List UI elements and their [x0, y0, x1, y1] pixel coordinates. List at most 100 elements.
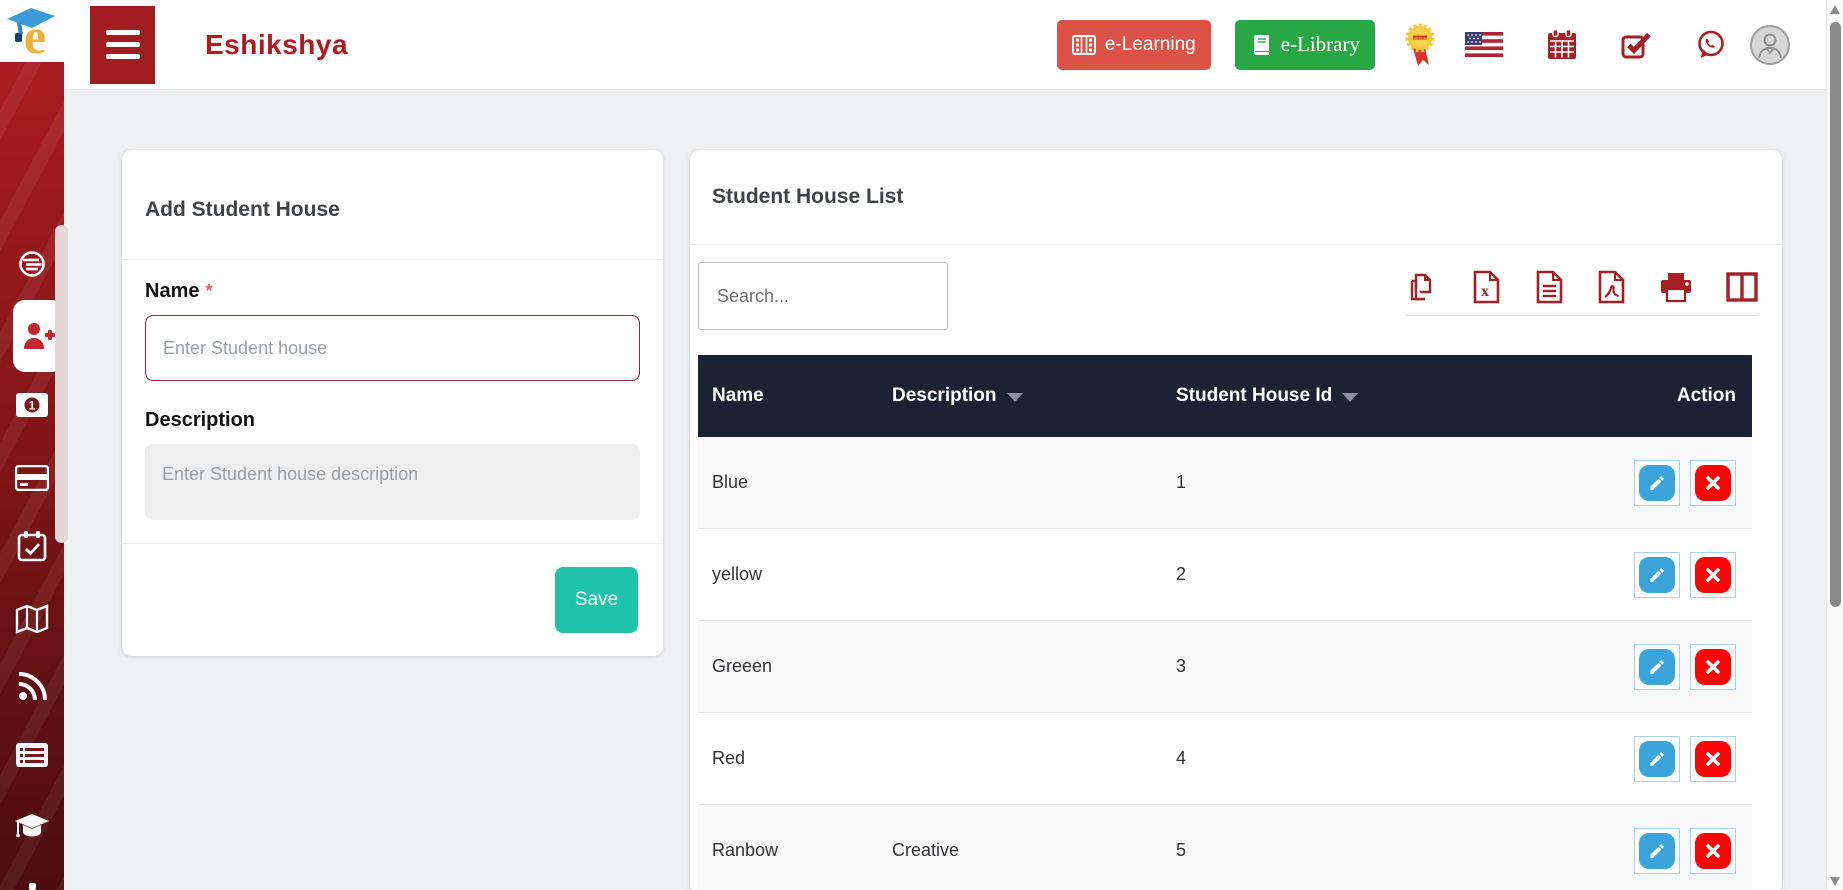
page-scrollbar[interactable]: [1826, 0, 1843, 890]
description-input[interactable]: [145, 444, 640, 520]
search-input[interactable]: [698, 262, 948, 330]
student-house-list-card: Student House List x: [690, 150, 1782, 890]
x-icon: [1695, 556, 1731, 593]
cell-description: Creative: [892, 840, 960, 860]
graduation-cap-icon: [15, 814, 49, 838]
brand-title: Eshikshya: [205, 28, 349, 60]
student-add-icon: [23, 323, 55, 349]
cell-action: [1512, 551, 1752, 598]
form-card-footer: Save: [122, 543, 663, 656]
eshikshya-logo-icon: e: [7, 8, 55, 59]
calendar-check-icon: [17, 531, 47, 562]
svg-text:CERTIFIED: CERTIFIED: [1412, 35, 1429, 39]
cell-student-house-id: 3: [1176, 656, 1187, 676]
copy-icon[interactable]: [1406, 271, 1438, 303]
table-row: Ranbow Creative 5: [698, 805, 1752, 890]
menu-toggle-button[interactable]: [90, 5, 155, 84]
name-input[interactable]: [145, 315, 640, 381]
scroll-up-arrow-icon[interactable]: [1830, 5, 1840, 14]
delete-button[interactable]: [1690, 459, 1736, 506]
export-toolbar: x: [1406, 264, 1758, 316]
sidebar-item-routes[interactable]: [0, 604, 64, 634]
delete-button[interactable]: [1690, 643, 1736, 690]
list-icon: [16, 743, 48, 767]
edit-button[interactable]: [1634, 735, 1680, 782]
dashboard-coin-icon: [19, 251, 45, 277]
cell-name: yellow: [712, 564, 763, 584]
x-icon: [1695, 832, 1731, 869]
description-label: Description: [145, 409, 256, 431]
excel-export-icon[interactable]: x: [1471, 270, 1501, 304]
student-house-table: Name Description Student House Id Action…: [698, 355, 1752, 890]
x-icon: [1695, 648, 1731, 685]
e-library-button[interactable]: e-Library: [1234, 19, 1375, 70]
topbar-actions: e-Learning e-Library CERTIFIED: [1056, 19, 1826, 70]
required-marker: *: [205, 281, 213, 301]
csv-export-icon[interactable]: [1534, 270, 1564, 304]
form-card-title: Add Student House: [122, 150, 663, 260]
print-icon[interactable]: [1659, 271, 1693, 303]
us-flag-icon[interactable]: [1465, 32, 1503, 57]
scrollbar-thumb[interactable]: [1830, 22, 1841, 607]
sidebar-item-partial: [29, 883, 36, 890]
app-logo[interactable]: e: [0, 0, 64, 62]
cell-action: [1512, 459, 1752, 506]
table-row: Greeen 3: [698, 621, 1752, 713]
column-visibility-icon[interactable]: [1726, 271, 1758, 302]
calendar-icon[interactable]: [1547, 29, 1577, 60]
cell-name: Red: [712, 748, 746, 768]
cell-name: Ranbow: [712, 840, 779, 860]
x-icon: [1695, 464, 1731, 501]
add-student-house-card: Add Student House Name* Description Save: [122, 150, 663, 656]
delete-button[interactable]: [1690, 735, 1736, 782]
scroll-down-arrow-icon[interactable]: [1830, 877, 1840, 886]
sort-arrow-icon: [1342, 393, 1359, 402]
cell-name: Blue: [712, 472, 749, 492]
sidebar: 1 e: [0, 0, 68, 890]
edit-button[interactable]: [1634, 643, 1680, 690]
list-card-title: Student House List: [690, 150, 1782, 245]
user-avatar[interactable]: [1750, 24, 1790, 65]
table-row: Red 4: [698, 713, 1752, 805]
column-header-action: Action: [1676, 385, 1736, 406]
edit-button[interactable]: [1634, 551, 1680, 598]
pencil-icon: [1639, 832, 1675, 869]
table-row: Blue 1: [698, 437, 1752, 529]
cell-action: [1512, 643, 1752, 690]
cell-student-house-id: 2: [1176, 564, 1187, 584]
column-header-description[interactable]: Description: [878, 385, 1162, 407]
svg-text:x: x: [1481, 283, 1489, 300]
list-controls: x: [690, 245, 1782, 330]
task-check-icon[interactable]: [1621, 30, 1651, 59]
cell-action: [1512, 735, 1752, 782]
x-icon: [1695, 740, 1731, 777]
delete-button[interactable]: [1690, 551, 1736, 598]
pencil-icon: [1639, 648, 1675, 685]
sidebar-item-records[interactable]: [0, 742, 64, 768]
cell-action: [1512, 827, 1752, 874]
sidebar-item-feeds[interactable]: [0, 672, 64, 702]
edit-button[interactable]: [1634, 827, 1680, 874]
hamburger-icon: [105, 30, 140, 35]
pencil-icon: [1639, 464, 1675, 501]
pdf-export-icon[interactable]: [1596, 270, 1626, 304]
map-icon: [15, 604, 49, 634]
person-icon: [1758, 33, 1782, 58]
column-header-name[interactable]: Name: [698, 385, 878, 407]
e-learning-button[interactable]: e-Learning: [1056, 19, 1211, 70]
cell-name: Greeen: [712, 656, 773, 676]
sidebar-item-academics[interactable]: [0, 812, 64, 842]
certificate-badge-icon[interactable]: CERTIFIED: [1399, 22, 1441, 68]
app-root: 1 e Eshikshya e-Learning e-Library CERTI…: [0, 0, 1843, 890]
column-header-student-house-id[interactable]: Student House Id: [1162, 385, 1512, 407]
book-icon: [1253, 34, 1269, 55]
whatsapp-icon[interactable]: [1695, 29, 1726, 60]
table-header-row: Name Description Student House Id Action: [698, 355, 1752, 437]
sidebar-scrollbar-thumb[interactable]: [55, 225, 68, 543]
edit-button[interactable]: [1634, 459, 1680, 506]
delete-button[interactable]: [1690, 827, 1736, 874]
save-button[interactable]: Save: [555, 567, 638, 633]
film-icon: [1071, 34, 1096, 55]
rss-icon: [18, 672, 47, 701]
name-label: Name *: [145, 280, 213, 302]
